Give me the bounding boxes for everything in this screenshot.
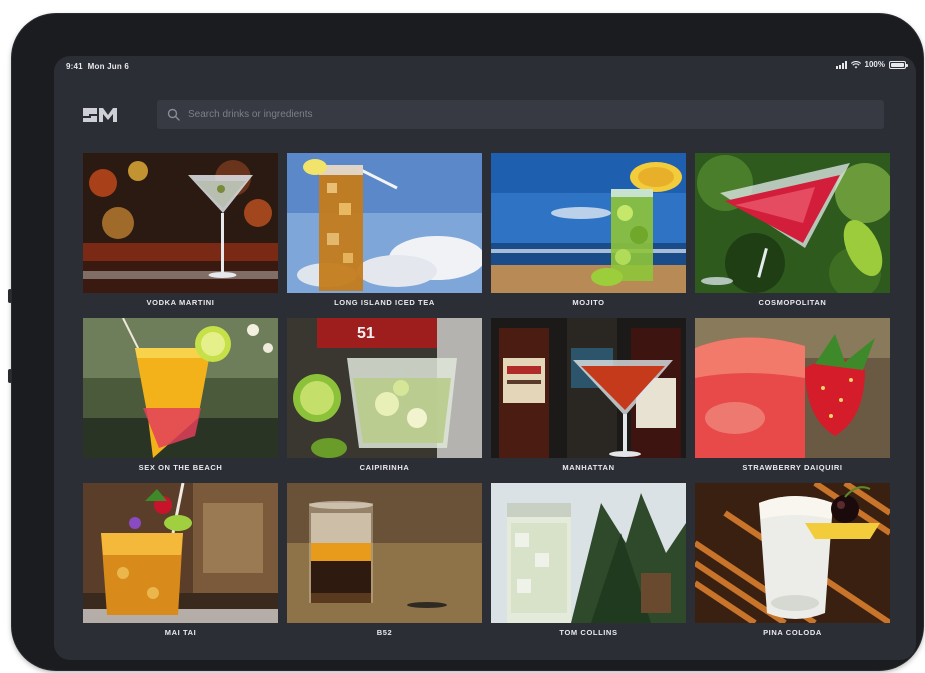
drink-card-mai-tai[interactable]: MAI TAI <box>83 483 278 648</box>
drink-name[interactable]: STRAWBERRY DAIQUIRI <box>695 463 890 472</box>
drink-photo-caipirinha[interactable]: 51 <box>287 318 482 458</box>
drink-card-long-island-iced-tea[interactable]: LONG ISLAND ICED TEA <box>287 153 482 318</box>
drink-name[interactable]: MOJITO <box>491 298 686 307</box>
drink-name[interactable]: MANHATTAN <box>491 463 686 472</box>
drink-photo-mojito[interactable] <box>491 153 686 293</box>
status-bar: 9:41 Mon Jun 6 100% <box>54 56 916 76</box>
volume-up-button <box>8 289 12 303</box>
wifi-icon <box>850 60 861 68</box>
drink-card-cosmopolitan[interactable]: COSMOPOLITAN <box>695 153 890 318</box>
status-time: 9:41 Mon Jun 6 <box>66 62 129 71</box>
drink-photo-sex-on-the-beach[interactable] <box>83 318 278 458</box>
drink-photo-mai-tai[interactable] <box>83 483 278 623</box>
drink-photo-b52[interactable] <box>287 483 482 623</box>
drink-photo-long-island-iced-tea[interactable] <box>287 153 482 293</box>
drink-card-tom-collins[interactable]: TOM COLLINS <box>491 483 686 648</box>
battery-percent: 100% <box>864 60 885 69</box>
status-date: Mon Jun 6 <box>87 62 130 71</box>
app-screen: 9:41 Mon Jun 6 100% Search drinks or ing… <box>54 56 916 660</box>
status-indicators: 100% <box>835 60 908 69</box>
drink-card-pina-coloda[interactable]: PINA COLODA <box>695 483 890 648</box>
drink-photo-cosmopolitan[interactable] <box>695 153 890 293</box>
drink-name[interactable]: CAIPIRINHA <box>287 463 482 472</box>
drink-name[interactable]: MAI TAI <box>83 628 278 637</box>
drink-photo-tom-collins[interactable] <box>491 483 686 623</box>
drink-card-b52[interactable]: B52 <box>287 483 482 648</box>
search-icon <box>167 108 180 121</box>
search-input[interactable] <box>188 109 868 120</box>
drink-card-strawberry-daiquiri[interactable]: STRAWBERRY DAIQUIRI <box>695 318 890 483</box>
drink-grid: VODKA MARTINI LONG ISLAND ICED TEA MOJIT… <box>83 153 890 648</box>
drink-photo-vodka-martini[interactable] <box>83 153 278 293</box>
brand-logo-icon[interactable] <box>83 106 121 124</box>
drink-card-mojito[interactable]: MOJITO <box>491 153 686 318</box>
cellular-signal-icon <box>835 60 847 69</box>
drink-name[interactable]: PINA COLODA <box>695 628 890 637</box>
drink-photo-pina-coloda[interactable] <box>695 483 890 623</box>
drink-photo-strawberry-daiquiri[interactable] <box>695 318 890 458</box>
drink-name[interactable]: TOM COLLINS <box>491 628 686 637</box>
drink-photo-manhattan[interactable] <box>491 318 686 458</box>
drink-card-vodka-martini[interactable]: VODKA MARTINI <box>83 153 278 318</box>
drink-name[interactable]: VODKA MARTINI <box>83 298 278 307</box>
drink-card-sex-on-the-beach[interactable]: SEX ON THE BEACH <box>83 318 278 483</box>
status-clock: 9:41 <box>66 62 83 71</box>
drink-name[interactable]: LONG ISLAND ICED TEA <box>287 298 482 307</box>
drink-name[interactable]: COSMOPOLITAN <box>695 298 890 307</box>
drink-card-caipirinha[interactable]: 51 CAIPIRINHA <box>287 318 482 483</box>
tablet-frame: 9:41 Mon Jun 6 100% Search drinks or ing… <box>8 14 923 670</box>
battery-icon <box>889 60 908 69</box>
drink-card-manhattan[interactable]: MANHATTAN <box>491 318 686 483</box>
volume-down-button <box>8 369 12 383</box>
drink-name[interactable]: SEX ON THE BEACH <box>83 463 278 472</box>
drink-name[interactable]: B52 <box>287 628 482 637</box>
svg-text:51: 51 <box>357 325 375 342</box>
search-bar[interactable] <box>157 100 884 129</box>
